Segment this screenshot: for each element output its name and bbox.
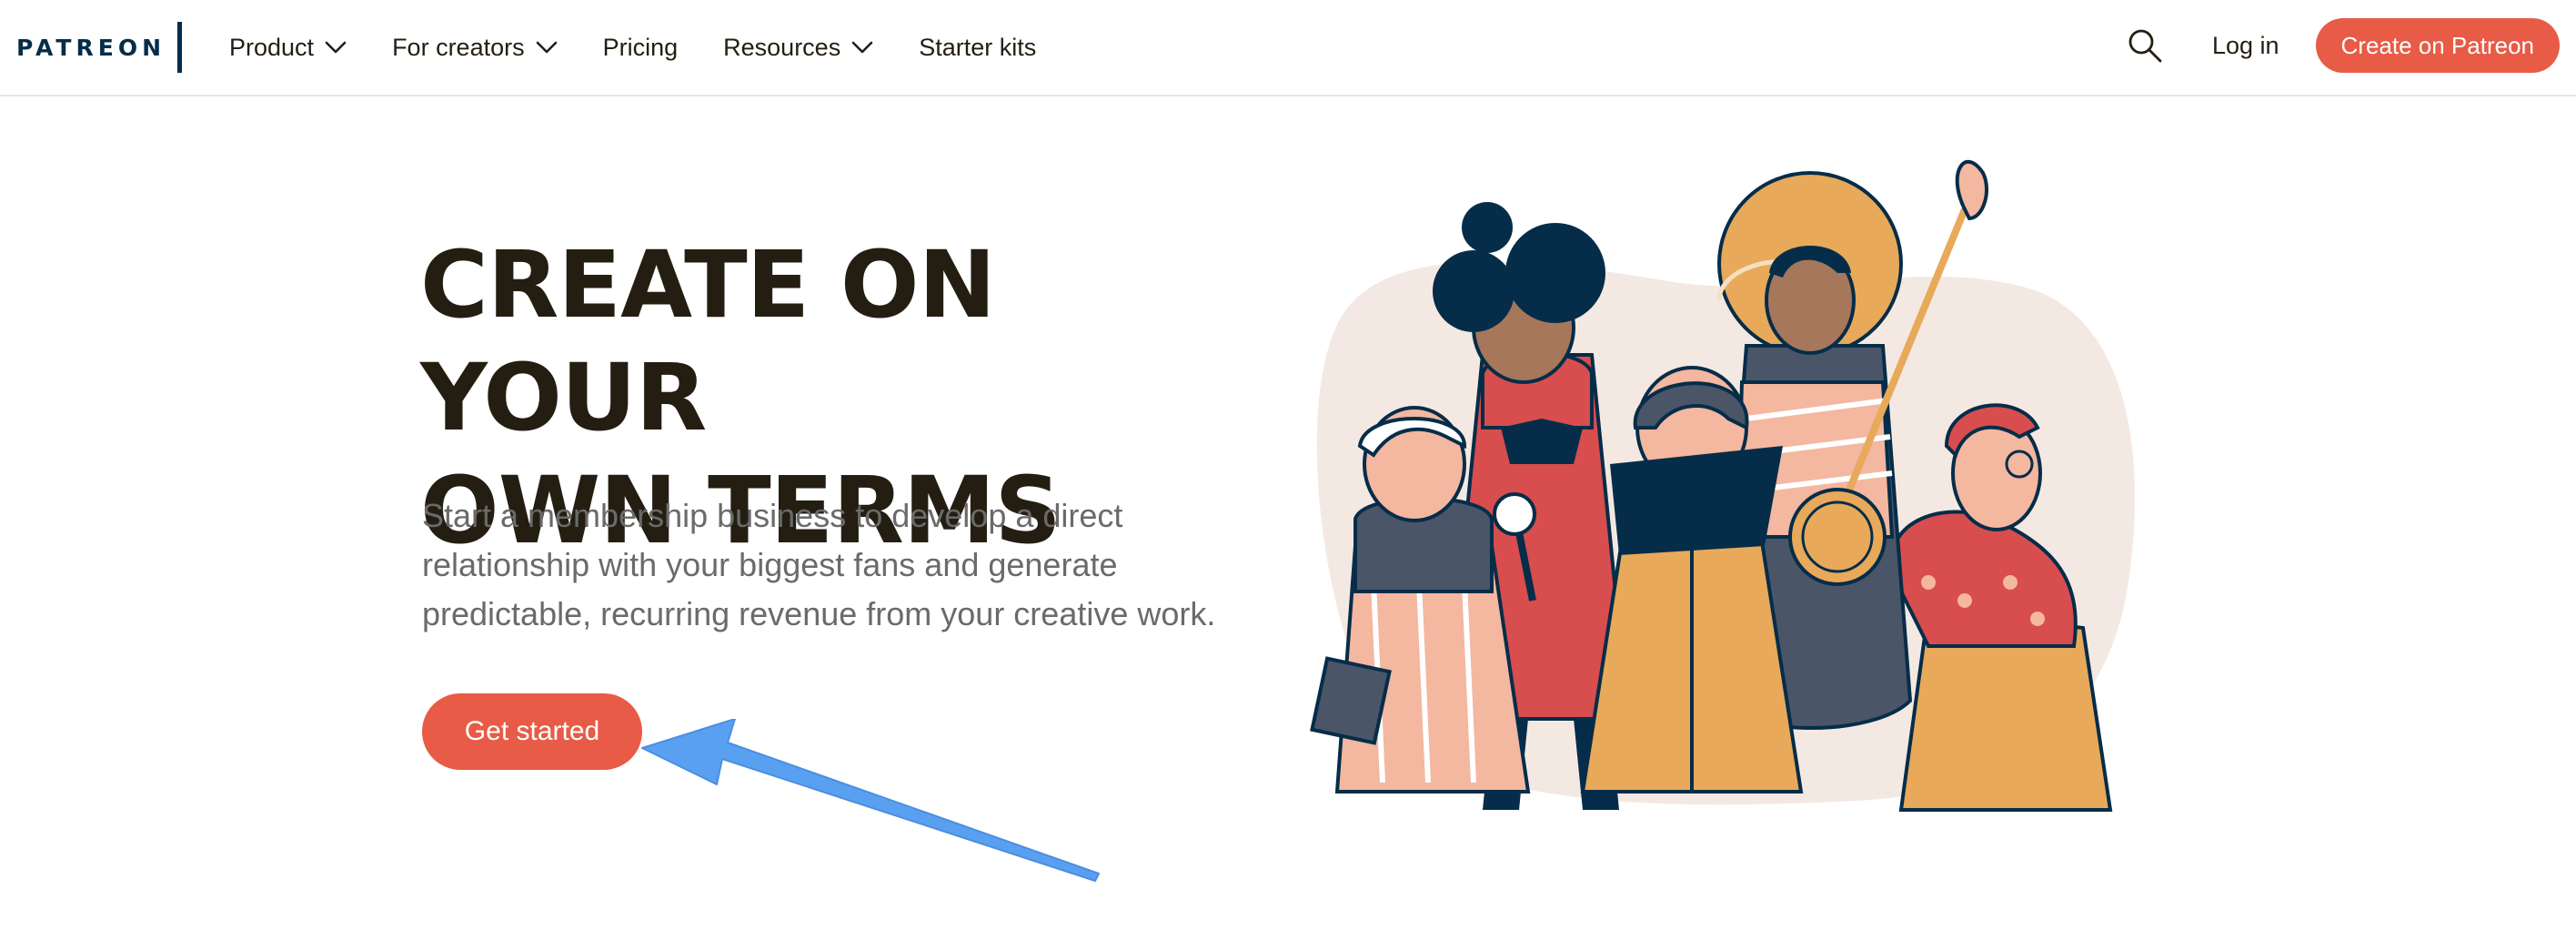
patreon-logo[interactable]: PATREON bbox=[16, 22, 182, 73]
get-started-button[interactable]: Get started bbox=[422, 693, 642, 770]
hero-description-line: relationship with your biggest fans and … bbox=[422, 546, 1118, 583]
login-link[interactable]: Log in bbox=[2212, 32, 2279, 60]
logo-wordmark: PATREON bbox=[16, 34, 166, 61]
hero-description-line: Start a membership business to develop a… bbox=[422, 497, 1123, 534]
nav-item-label: Pricing bbox=[602, 33, 679, 61]
creators-illustration bbox=[1310, 159, 2135, 812]
search-icon[interactable] bbox=[2127, 27, 2163, 64]
nav-item-starter-kits[interactable]: Starter kits bbox=[919, 34, 1036, 62]
chevron-down-icon bbox=[851, 41, 873, 54]
nav-item-for-creators[interactable]: For creators bbox=[392, 34, 558, 62]
top-navigation-bar: PATREON Product For creators Pricing Res… bbox=[0, 0, 2576, 96]
annotation-arrow-icon bbox=[641, 719, 1100, 882]
nav-item-resources[interactable]: Resources bbox=[723, 34, 873, 62]
hero-description-line: predictable, recurring revenue from your… bbox=[422, 595, 1216, 632]
hero-description: Start a membership business to develop a… bbox=[422, 491, 1259, 639]
header-actions: Log in Create on Patreon bbox=[2127, 18, 2560, 73]
chevron-down-icon bbox=[536, 41, 557, 54]
main-nav: Product For creators Pricing Resources S… bbox=[229, 0, 1082, 95]
nav-item-label: Product bbox=[229, 33, 315, 61]
nav-item-label: For creators bbox=[392, 33, 525, 61]
chevron-down-icon bbox=[325, 41, 347, 54]
logo-divider-bar bbox=[177, 22, 182, 73]
hero-title-line: CREATE ON YOUR bbox=[420, 231, 996, 452]
nav-item-label: Resources bbox=[723, 33, 841, 61]
create-on-patreon-button[interactable]: Create on Patreon bbox=[2315, 18, 2560, 73]
nav-item-product[interactable]: Product bbox=[229, 34, 347, 62]
nav-item-pricing[interactable]: Pricing bbox=[603, 34, 679, 62]
nav-item-label: Starter kits bbox=[919, 33, 1037, 61]
